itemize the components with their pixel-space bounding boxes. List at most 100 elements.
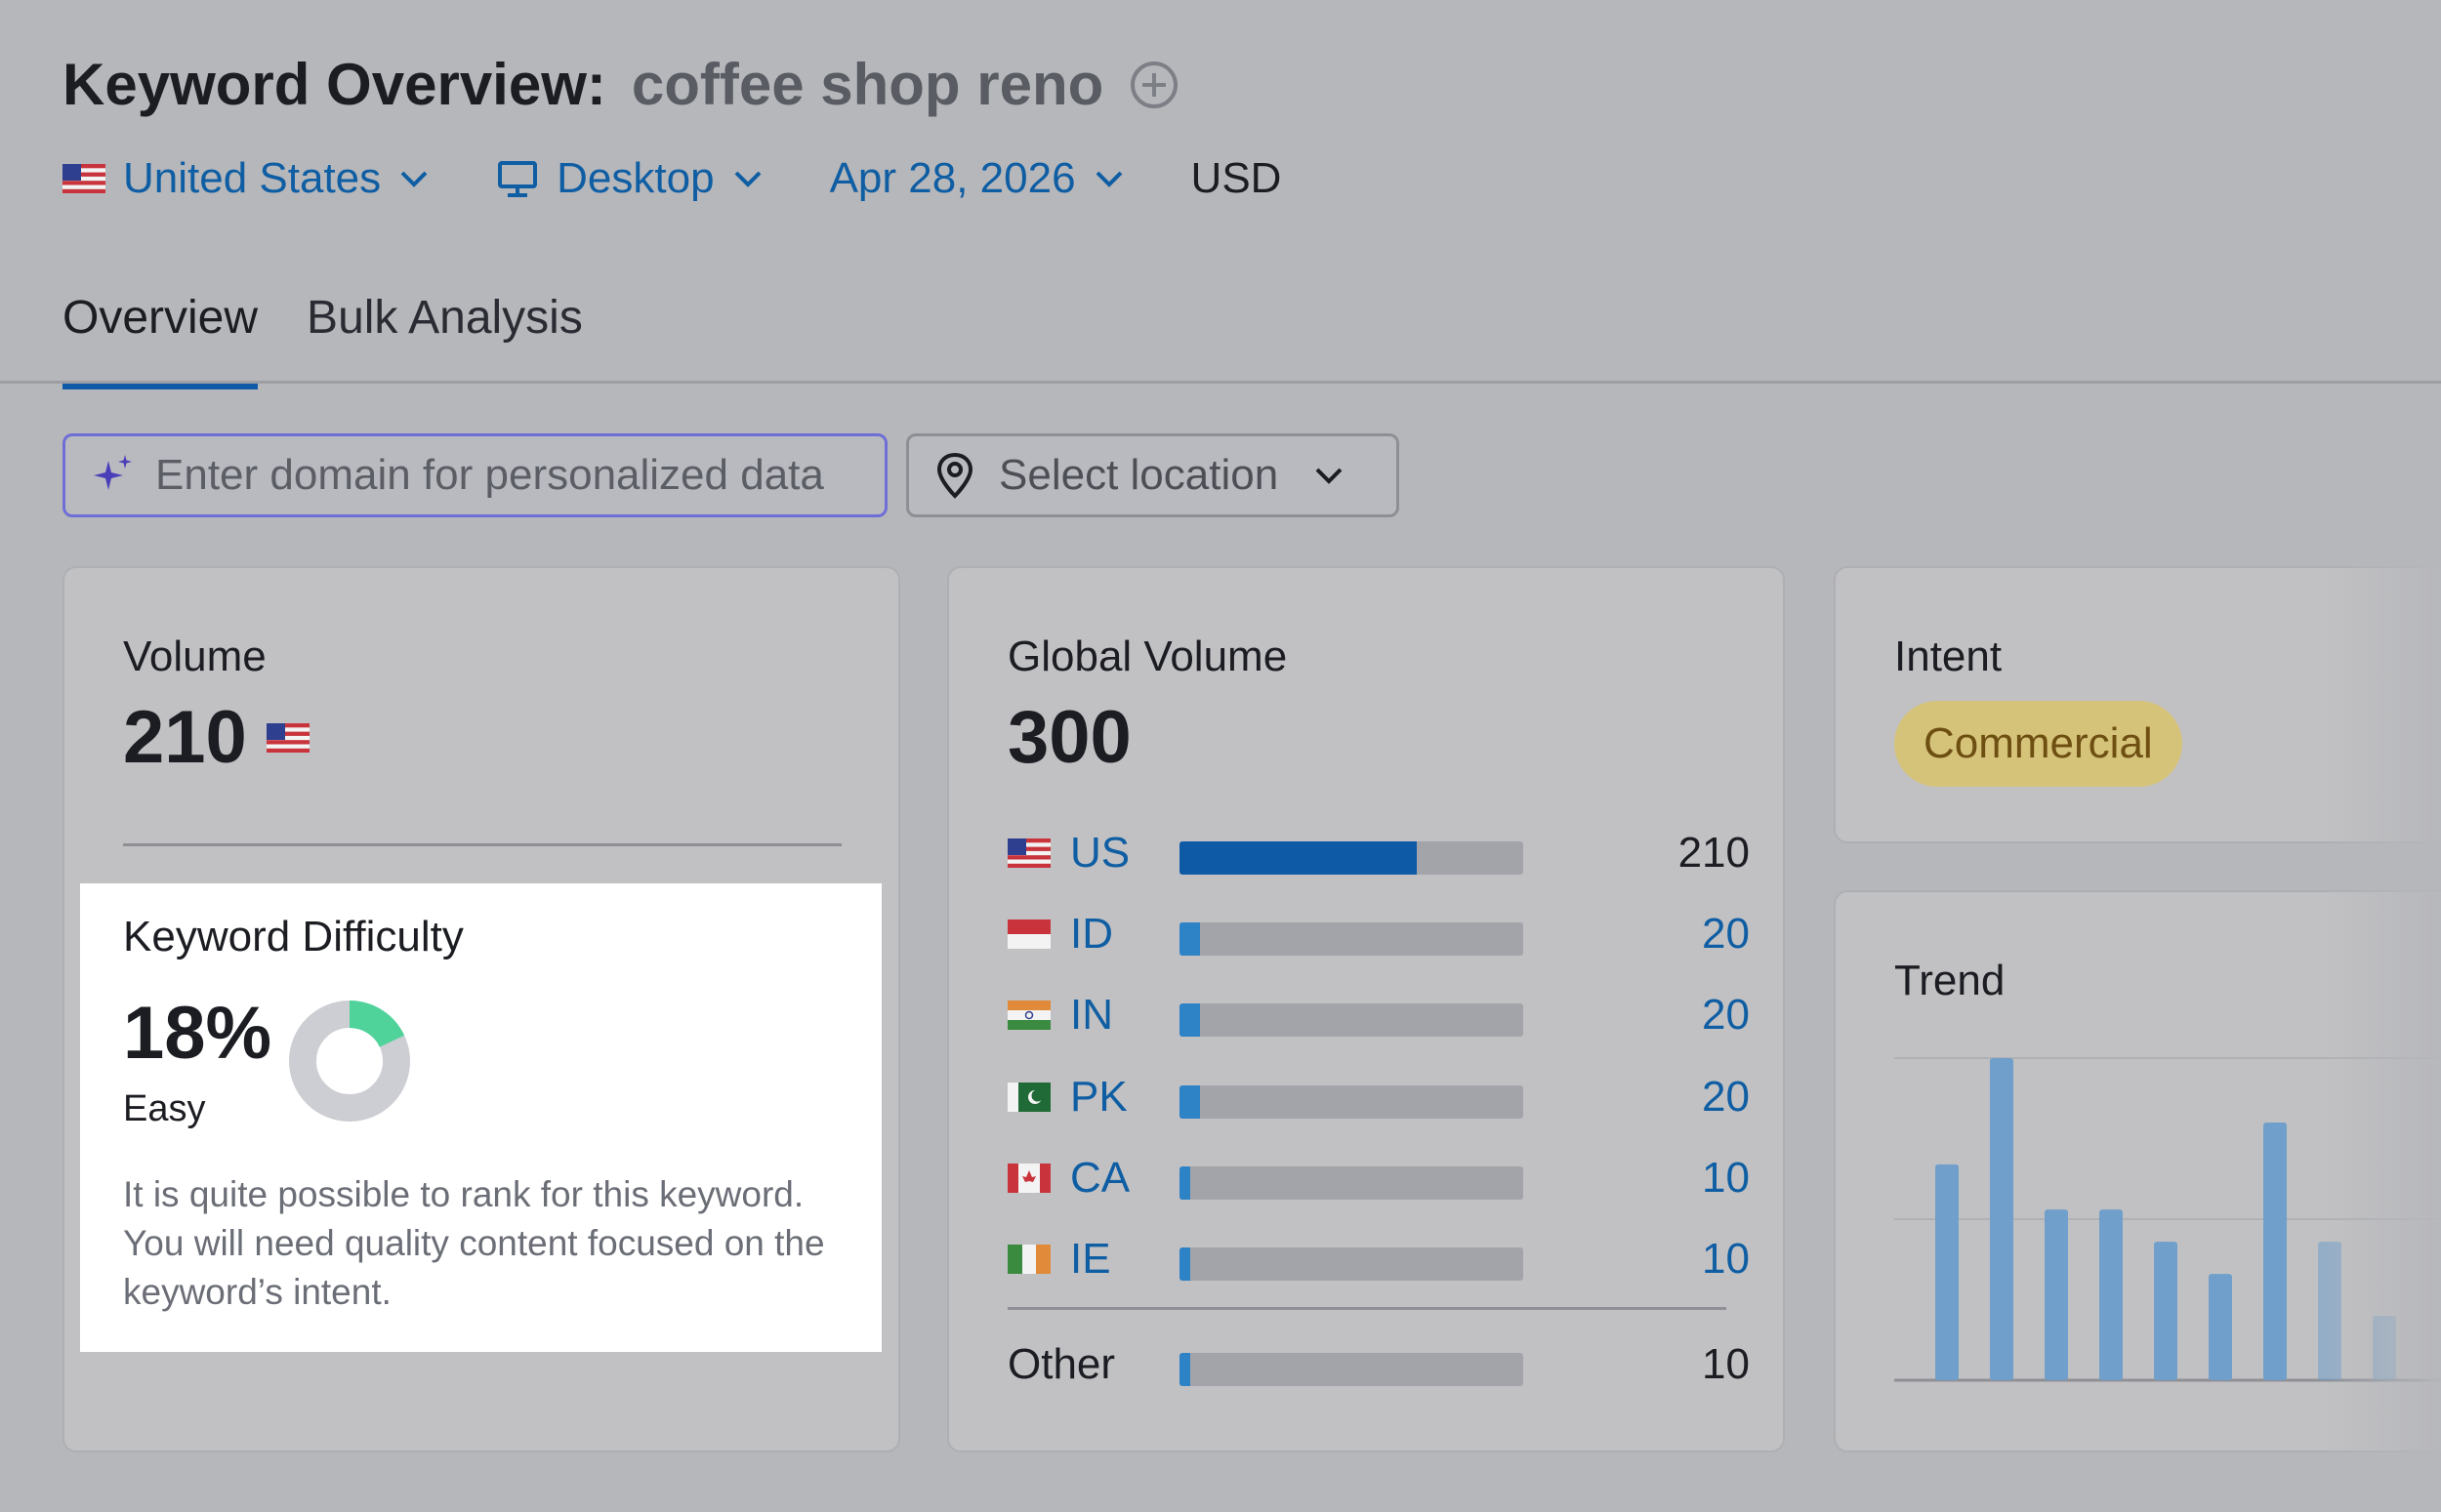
country-code: IE (1070, 1235, 1111, 1283)
us-flag-icon (1008, 838, 1051, 868)
trend-bar[interactable] (2263, 1123, 2287, 1380)
country-volume-bar (1179, 841, 1523, 875)
location-select[interactable]: Select location (906, 433, 1399, 517)
device-label: Desktop (557, 154, 715, 202)
country-volume-bar-fill (1179, 841, 1417, 875)
plus-circle-icon[interactable] (1129, 60, 1179, 110)
chevron-down-icon (734, 171, 761, 187)
other-label: Other (1008, 1340, 1116, 1388)
date-dropdown[interactable]: Apr 28, 2026 (830, 154, 1125, 203)
sparkle-icon (94, 455, 132, 490)
pk-flag-icon (1008, 1083, 1051, 1112)
volume-value: 210 (123, 696, 247, 779)
tab-bulk-analysis[interactable]: Bulk Analysis (307, 291, 583, 389)
country-volume-bar (1179, 1085, 1523, 1119)
keyword-difficulty-panel: Keyword Difficulty 18% Easy It is quite … (80, 883, 882, 1352)
intent-badge: Commercial (1894, 701, 2182, 787)
trend-bar[interactable] (2373, 1316, 2396, 1380)
global-volume-card: Global Volume 300 US 210 ID 20 IN 20 PK … (947, 566, 1785, 1452)
ca-flag-icon (1008, 1164, 1051, 1193)
country-dropdown[interactable]: United States (62, 154, 430, 203)
volume-divider (123, 843, 842, 846)
trend-bar[interactable] (2045, 1209, 2068, 1380)
keyword-difficulty-label: Keyword Difficulty (123, 913, 464, 960)
country-row-id[interactable]: ID 20 (1008, 905, 1750, 963)
country-volume-bar-fill (1179, 1166, 1190, 1200)
country-volume-value: 10 (1702, 1235, 1750, 1283)
intent-card: Intent Commercial (1834, 566, 2441, 843)
trend-label: Trend (1894, 957, 2006, 1004)
country-volume-value: 210 (1677, 829, 1750, 877)
domain-input[interactable]: Enter domain for personalized data (62, 433, 888, 517)
us-flag-icon (62, 164, 105, 193)
country-volume-value: 20 (1702, 1073, 1750, 1121)
trend-bar[interactable] (1935, 1164, 1959, 1380)
country-volume-bar (1179, 1353, 1523, 1386)
country-code: CA (1070, 1154, 1131, 1202)
trend-bar[interactable] (2209, 1274, 2232, 1380)
country-volume-bar-fill (1179, 1085, 1201, 1119)
trend-bar[interactable] (2099, 1209, 2123, 1380)
country-volume-bar (1179, 1003, 1523, 1037)
country-volume-bar-fill (1179, 922, 1201, 956)
ie-flag-icon (1008, 1245, 1051, 1274)
device-dropdown[interactable]: Desktop (496, 154, 763, 203)
country-row-us[interactable]: US 210 (1008, 824, 1750, 882)
domain-input-placeholder: Enter domain for personalized data (155, 451, 824, 499)
us-flag-icon (266, 722, 310, 753)
desktop-icon (498, 161, 538, 197)
country-volume-bar-fill (1179, 1353, 1190, 1386)
trend-chart (1894, 1057, 2441, 1382)
country-volume-value: 10 (1702, 1154, 1750, 1202)
global-volume-separator (1008, 1307, 1726, 1310)
tab-overview[interactable]: Overview (62, 291, 259, 389)
difficulty-donut (289, 1001, 410, 1122)
id-flag-icon (1008, 919, 1051, 949)
trend-bar[interactable] (1990, 1058, 2013, 1380)
country-code: IN (1070, 991, 1113, 1039)
keyword-name: coffee shop reno (631, 52, 1104, 117)
in-flag-icon (1008, 1001, 1051, 1030)
global-volume-value: 300 (1008, 696, 1132, 779)
country-volume-bar-fill (1179, 1247, 1190, 1281)
chevron-down-icon (400, 171, 428, 187)
tab-divider (0, 381, 2441, 384)
country-row-pk[interactable]: PK 20 (1008, 1068, 1750, 1126)
volume-value-row: 210 (123, 695, 310, 780)
country-volume-bar (1179, 1166, 1523, 1200)
keyword-difficulty-level: Easy (123, 1088, 206, 1129)
country-row-ca[interactable]: CA 10 (1008, 1149, 1750, 1207)
country-row-in[interactable]: IN 20 (1008, 986, 1750, 1044)
country-volume-bar (1179, 1247, 1523, 1281)
country-row-ie[interactable]: IE 10 (1008, 1230, 1750, 1288)
country-volume-bar-fill (1179, 1003, 1201, 1037)
trend-card: Trend (1834, 890, 2441, 1452)
intent-label: Intent (1894, 633, 2003, 680)
chevron-down-icon (1096, 171, 1122, 187)
chevron-down-icon (1315, 468, 1343, 484)
other-volume-value: 10 (1702, 1340, 1750, 1388)
currency-label: USD (1190, 154, 1282, 202)
country-code: US (1070, 829, 1131, 877)
country-volume-value: 20 (1702, 910, 1750, 958)
country-volume-value: 20 (1702, 991, 1750, 1039)
country-label: United States (123, 154, 382, 202)
location-placeholder: Select location (999, 451, 1279, 499)
country-volume-bar (1179, 922, 1523, 956)
date-label: Apr 28, 2026 (829, 154, 1076, 202)
tab-bar: Overview Bulk Analysis (62, 291, 632, 389)
keyword-difficulty-description: It is quite possible to rank for this ke… (123, 1174, 825, 1312)
location-pin-icon (936, 452, 973, 499)
country-code: ID (1070, 910, 1113, 958)
country-code: PK (1070, 1073, 1128, 1121)
trend-bar[interactable] (2318, 1242, 2341, 1380)
keyword-overview-page: Keyword Overview: coffee shop reno Unite… (0, 0, 2441, 1512)
volume-label: Volume (123, 633, 267, 680)
trend-bar[interactable] (2154, 1242, 2177, 1380)
page-title: Keyword Overview: (62, 52, 606, 117)
filter-bar: United States Desktop Apr 28, 2026 USD (62, 154, 1281, 203)
country-row-other: Other 10 (1008, 1335, 1750, 1394)
keyword-difficulty-value: 18% (123, 992, 272, 1075)
global-volume-label: Global Volume (1008, 633, 1288, 680)
page-title-row: Keyword Overview: coffee shop reno (62, 51, 1179, 118)
